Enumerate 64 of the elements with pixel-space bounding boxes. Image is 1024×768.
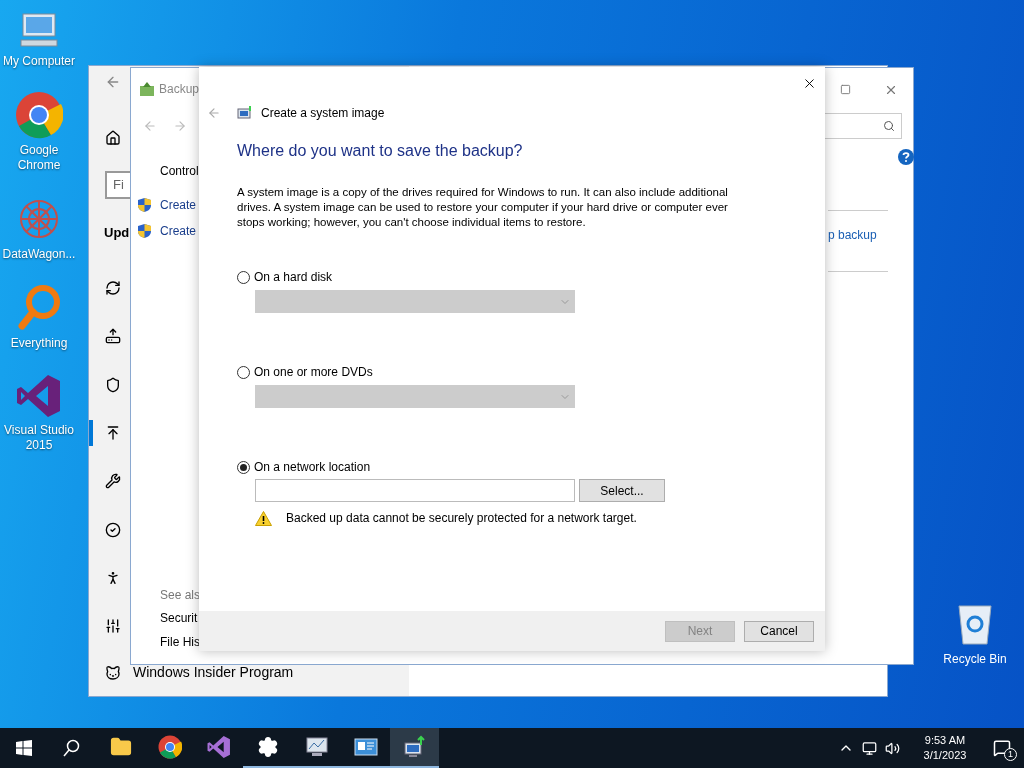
task-link[interactable]: Create (160, 196, 197, 214)
warning-icon (255, 510, 272, 526)
recycle-bin-icon (955, 602, 995, 646)
window-panel-icon (353, 737, 378, 757)
radio-label[interactable]: On one or more DVDs (254, 363, 373, 381)
description-text: A system image is a copy of the drives required for Windows to run. It can also include additional drives. A system image can be used to restore your computer if your hard drive or computer ever stops working; however, you can't choose individual items to restore. (237, 185, 729, 230)
start-icon[interactable] (16, 740, 32, 756)
clock-time[interactable]: 9:53 AM (924, 733, 966, 748)
nav-icon[interactable] (105, 328, 121, 345)
network-icon[interactable] (862, 740, 877, 756)
window-title: Backup (159, 81, 200, 98)
backup-link[interactable]: p backup (828, 226, 877, 244)
radio-label[interactable]: On a hard disk (254, 268, 333, 286)
nav-icon[interactable] (105, 618, 121, 635)
magnifier-logo-icon (17, 284, 61, 332)
search-field[interactable]: Fi (105, 171, 131, 199)
warning-text: Backed up data cannot be securely protected for a network target. (286, 510, 637, 527)
left-pane-link[interactable]: Control (160, 162, 199, 180)
dialog-title: Create a system image (261, 105, 385, 122)
see-also-link[interactable]: Securit (160, 609, 200, 627)
visual-studio-logo-icon (16, 373, 62, 419)
visual-studio-logo-icon (206, 735, 231, 759)
notification-count: 1 (1004, 748, 1017, 761)
nav-item[interactable]: Windows Insider Program (133, 662, 294, 683)
nav-icon[interactable] (105, 280, 121, 296)
backup-app-icon (139, 81, 155, 97)
desktop-icon-label[interactable]: Recycle Bin (943, 650, 1007, 668)
search-icon (63, 739, 81, 757)
input-field[interactable] (255, 479, 575, 502)
help-icon[interactable] (898, 149, 914, 165)
dialog-button[interactable]: Cancel (744, 620, 814, 642)
shield-icon (137, 223, 152, 239)
monitor-chart-icon (304, 736, 329, 758)
chrome-logo-icon (15, 91, 63, 139)
radio-button[interactable] (237, 365, 250, 379)
volume-icon[interactable] (885, 740, 900, 756)
nav-icon[interactable] (105, 521, 121, 538)
computer-icon (17, 10, 61, 50)
see-also-heading: See als (160, 587, 201, 604)
taskbar-app[interactable] (390, 728, 439, 768)
nav-icon[interactable] (105, 569, 121, 586)
dialog-heading: Where do you want to save the backup? (237, 141, 524, 161)
shield-icon (137, 197, 152, 213)
computer-upload-icon (402, 735, 427, 759)
search-icon (883, 120, 895, 132)
radio-button[interactable] (237, 460, 250, 474)
home-icon[interactable] (105, 130, 121, 146)
settings-icon (256, 736, 279, 758)
section-heading: Upd (104, 224, 130, 242)
task-link[interactable]: Create (160, 222, 197, 240)
computer-backup-icon (237, 105, 253, 121)
radio-label[interactable]: On a network location (254, 458, 371, 476)
chrome-logo-icon (157, 735, 182, 759)
maximize-icon[interactable] (840, 84, 851, 95)
radio-button[interactable] (237, 270, 250, 284)
nav-icon[interactable] (105, 473, 121, 490)
select-button[interactable]: Select... (579, 479, 665, 502)
cat-icon[interactable] (105, 664, 121, 681)
see-also-link[interactable]: File His (160, 633, 200, 651)
nav-icon[interactable] (105, 376, 121, 393)
clock-date[interactable]: 3/1/2023 (923, 748, 967, 763)
folder-icon (109, 736, 132, 758)
nav-icon[interactable] (105, 424, 121, 441)
notifications-icon[interactable] (993, 739, 1011, 757)
